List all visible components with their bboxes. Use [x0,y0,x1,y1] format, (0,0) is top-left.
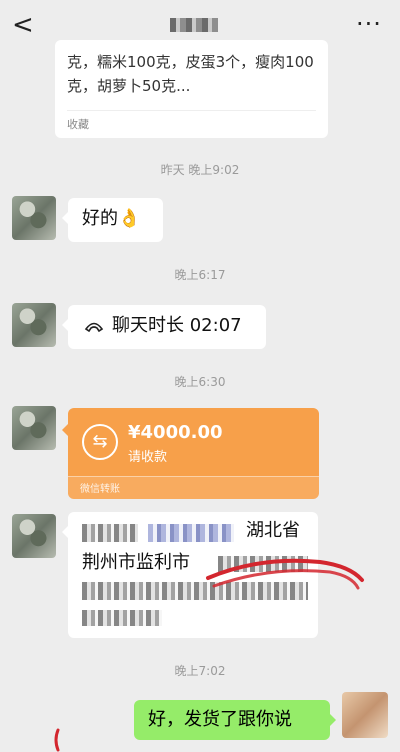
transfer-footer: 微信转账 [80,484,120,495]
timestamp: 晚上6:30 [174,375,226,389]
avatar[interactable] [12,196,56,240]
transfer-card[interactable]: ⇆ ¥4000.00 请收款 微信转账 [62,408,319,499]
avatar[interactable] [12,514,56,558]
address-province: 湖北省 [246,520,300,541]
card-footer: 收藏 [67,118,89,131]
transfer-status: 请收款 [128,450,168,465]
card-text: 克，糯米100克，皮蛋3个，瘦肉100克，胡萝卜50克... [67,53,314,95]
message-text: 好，发货了跟你说 [148,709,292,730]
call-bubble[interactable]: 聊天时长 02:07 [62,305,266,349]
timestamp: 晚上6:17 [174,268,226,282]
message-bubble[interactable]: 好的👌 [62,198,163,242]
redacted-text [82,610,162,626]
shared-card[interactable]: 克，糯米100克，皮蛋3个，瘦肉100克，胡萝卜50克... 收藏 [55,40,328,138]
phone-icon [84,322,104,333]
avatar[interactable] [12,303,56,347]
transfer-footer-bar: 微信转账 [68,476,319,499]
red-scribble [206,558,364,590]
self-message-bubble[interactable]: 好，发货了跟你说 [134,700,336,740]
redacted-text [82,524,138,542]
chat-title-blurred [170,18,218,32]
card-divider [67,110,316,111]
address-city: 荆州市监利市 [82,552,190,573]
red-stroke [54,728,60,752]
transfer-amount: ¥4000.00 [128,422,223,443]
more-icon[interactable]: ··· [356,10,382,38]
self-avatar[interactable] [342,692,388,738]
timestamp: 晚上7:02 [174,664,226,678]
message-text: 好的👌 [82,208,141,229]
timestamp: 昨天 晚上9:02 [160,163,240,177]
redacted-text [148,524,234,542]
back-icon[interactable]: < [12,12,34,38]
avatar[interactable] [12,406,56,450]
transfer-icon: ⇆ [82,424,118,460]
call-duration: 聊天时长 02:07 [112,315,242,336]
